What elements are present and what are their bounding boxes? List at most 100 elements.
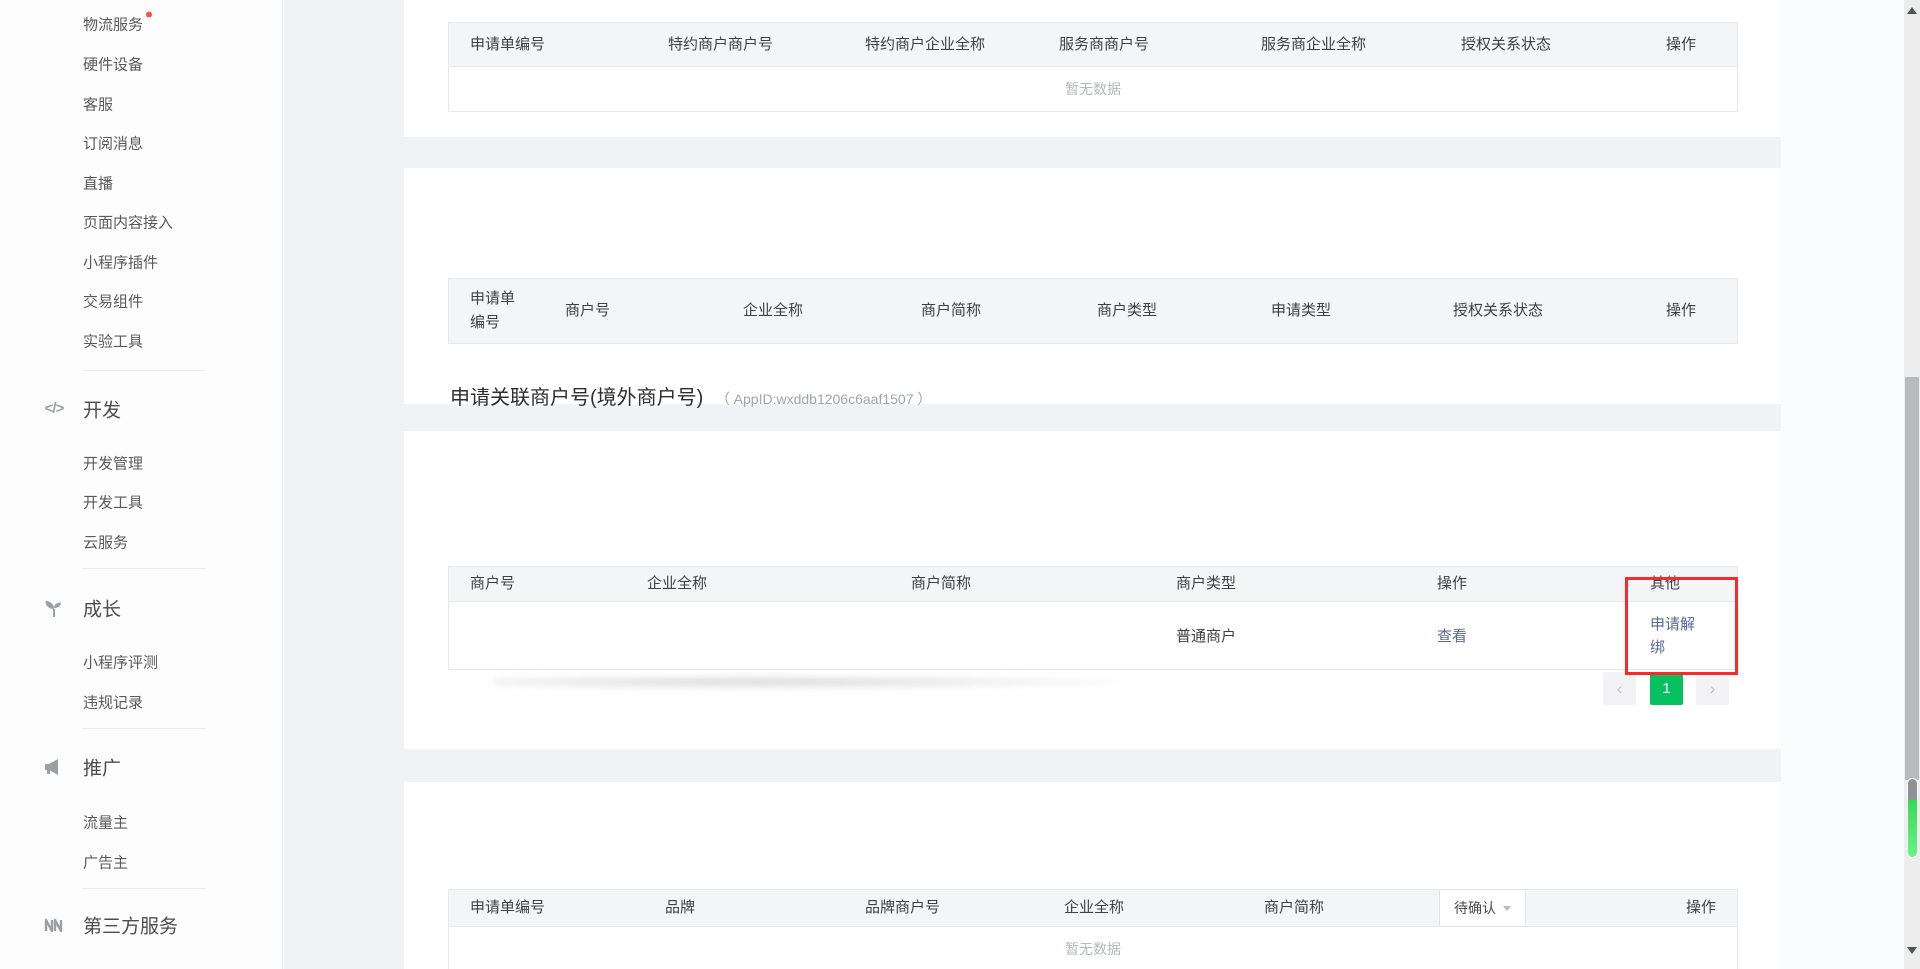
sidebar-item-trade-component[interactable]: 交易组件 <box>83 291 143 312</box>
view-link-label: 查看 <box>1437 628 1467 645</box>
unbind-link[interactable]: 申请解绑 <box>1650 613 1702 659</box>
third-party-icon <box>42 913 66 937</box>
sidebar-section-develop[interactable]: </> 开发 <box>0 395 283 423</box>
sidebar-item-live[interactable]: 直播 <box>83 173 113 194</box>
sidebar-item-label: 云服务 <box>83 535 128 552</box>
next-page-button[interactable]: › <box>1696 672 1729 705</box>
sidebar-item-label: 违规记录 <box>83 695 143 712</box>
column-header: 品牌 <box>665 896 865 920</box>
megaphone-icon <box>42 755 66 779</box>
column-header: 商户类型 <box>1097 299 1271 323</box>
column-header: 商户简称 <box>911 572 1176 596</box>
sidebar: 物流服务 硬件设备 客服 订阅消息 直播 页面内容接入 小程序插件 交易组件 实… <box>0 0 283 969</box>
chevron-down-icon <box>1503 906 1511 911</box>
sidebar-section-growth[interactable]: 成长 <box>0 594 283 622</box>
sidebar-item-label: 硬件设备 <box>83 57 143 74</box>
column-header: 企业全称 <box>647 572 911 596</box>
merchant-type-cell: 普通商户 <box>1176 625 1437 646</box>
sidebar-item-label: 开发管理 <box>83 456 143 473</box>
view-link[interactable]: 查看 <box>1437 625 1650 646</box>
column-header: 服务商企业全称 <box>1261 33 1461 57</box>
sidebar-divider <box>83 568 205 569</box>
column-header: 操作 <box>1686 896 1737 920</box>
column-header: 操作 <box>1666 299 1737 323</box>
sidebar-item-customer-service[interactable]: 客服 <box>83 94 113 115</box>
column-header: 服务商商户号 <box>1059 33 1261 57</box>
column-header: 授权关系状态 <box>1461 33 1666 57</box>
sidebar-item-label: 流量主 <box>83 815 128 832</box>
sidebar-item-mp-evaluation[interactable]: 小程序评测 <box>83 652 158 673</box>
column-header: 操作 <box>1437 572 1650 596</box>
sidebar-item-advertiser[interactable]: 广告主 <box>83 852 128 873</box>
sidebar-item-logistics[interactable]: 物流服务 <box>83 14 152 35</box>
sidebar-item-dev-manage[interactable]: 开发管理 <box>83 453 143 474</box>
status-filter-label: 待确认 <box>1454 896 1496 920</box>
sidebar-item-violation-record[interactable]: 违规记录 <box>83 692 143 713</box>
prev-page-button[interactable]: ‹ <box>1603 672 1636 705</box>
table-header-row: 申请单编号 特约商户商户号 特约商户企业全称 服务商商户号 服务商企业全称 授权… <box>449 23 1737 66</box>
empty-state-text: 暂无数据 <box>449 926 1737 969</box>
sidebar-item-plugins[interactable]: 小程序插件 <box>83 252 158 273</box>
code-icon: </> <box>42 397 66 421</box>
column-header: 商户号 <box>565 299 743 323</box>
sidebar-item-label: 直播 <box>83 176 113 193</box>
sidebar-item-label: 页面内容接入 <box>83 215 173 232</box>
scrollbar-track[interactable] <box>1904 0 1920 969</box>
column-header: 商户类型 <box>1176 572 1437 596</box>
sidebar-section-third-party[interactable]: 第三方服务 <box>0 911 283 939</box>
column-header: 特约商户企业全称 <box>865 33 1059 57</box>
sidebar-item-dev-tools[interactable]: 开发工具 <box>83 492 143 513</box>
sidebar-item-lab-tools[interactable]: 实验工具 <box>83 331 143 352</box>
sidebar-item-hardware[interactable]: 硬件设备 <box>83 54 143 75</box>
column-header: 企业全称 <box>743 299 921 323</box>
sidebar-section-label: 开发 <box>83 396 121 423</box>
scroll-down-arrow-icon[interactable] <box>1907 947 1917 954</box>
sidebar-section-label: 推广 <box>83 754 121 781</box>
status-filter-cell: 待确认 <box>1439 889 1686 927</box>
status-filter-dropdown[interactable]: 待确认 <box>1439 889 1526 927</box>
column-header: 商户号 <box>470 572 647 596</box>
sidebar-item-label: 客服 <box>83 97 113 114</box>
column-header: 品牌商户号 <box>865 896 1064 920</box>
sidebar-item-label: 小程序插件 <box>83 255 158 272</box>
pending-apply-card: 申请单编号 特约商户商户号 特约商户企业全称 服务商商户号 服务商企业全称 授权… <box>404 0 1781 137</box>
sidebar-item-label: 订阅消息 <box>83 136 143 153</box>
table-header-row: 申请单编号 品牌 品牌商户号 企业全称 商户简称 待确认 操作 <box>449 890 1737 926</box>
sidebar-item-subscribe-message[interactable]: 订阅消息 <box>83 133 143 154</box>
sidebar-section-label: 第三方服务 <box>83 912 178 939</box>
column-header: 其他 <box>1650 572 1737 596</box>
sidebar-item-traffic-owner[interactable]: 流量主 <box>83 812 128 833</box>
scrollbar-thumb[interactable] <box>1905 377 1919 780</box>
linked-merchant-card: 已关联商户号 商户号 企业全称 商户简称 商户类型 操作 其他 普通商户 查看 … <box>404 431 1781 749</box>
appid-subtitle: （ AppID:wxddb1206c6aaf1507 ） <box>716 391 932 407</box>
overseas-apply-card: 申请关联商户号(境外商户号) （ AppID:wxddb1206c6aaf150… <box>404 168 1781 404</box>
sidebar-item-label: 小程序评测 <box>83 655 158 672</box>
sidebar-section-promotion[interactable]: 推广 <box>0 753 283 781</box>
sidebar-item-label: 开发工具 <box>83 495 143 512</box>
column-header: 特约商户商户号 <box>668 33 865 57</box>
current-page-button[interactable]: 1 <box>1650 672 1683 705</box>
column-header: 商户简称 <box>1264 896 1439 920</box>
scroll-up-arrow-icon[interactable] <box>1907 7 1917 14</box>
sidebar-divider <box>83 888 205 889</box>
column-header: 商户简称 <box>921 299 1097 323</box>
column-header: 申请类型 <box>1271 299 1453 323</box>
sidebar-divider <box>83 728 205 729</box>
column-header: 申请单编号 <box>470 287 565 335</box>
main-content: 申请单编号 特约商户商户号 特约商户企业全称 服务商商户号 服务商企业全称 授权… <box>284 0 1781 969</box>
sidebar-item-page-content[interactable]: 页面内容接入 <box>83 212 173 233</box>
brand-account-table: 申请单编号 品牌 品牌商户号 企业全称 商户简称 待确认 操作 暂无数据 <box>448 889 1738 969</box>
sidebar-item-label: 实验工具 <box>83 334 143 351</box>
sprout-icon <box>42 596 66 620</box>
table-header-row: 申请单编号 商户号 企业全称 商户简称 商户类型 申请类型 授权关系状态 操作 <box>449 279 1737 343</box>
overseas-apply-table: 申请单编号 商户号 企业全称 商户简称 商户类型 申请类型 授权关系状态 操作 <box>448 278 1738 344</box>
column-header: 授权关系状态 <box>1453 299 1666 323</box>
table-row: 普通商户 查看 申请解绑 <box>449 601 1737 669</box>
column-header: 申请单编号 <box>470 33 668 57</box>
sidebar-item-cloud-service[interactable]: 云服务 <box>83 532 128 553</box>
notification-dot-icon <box>146 12 152 18</box>
column-header: 企业全称 <box>1064 896 1264 920</box>
capture-progress-indicator <box>1907 778 1918 858</box>
sidebar-section-label: 成长 <box>83 595 121 622</box>
sidebar-item-label: 交易组件 <box>83 294 143 311</box>
